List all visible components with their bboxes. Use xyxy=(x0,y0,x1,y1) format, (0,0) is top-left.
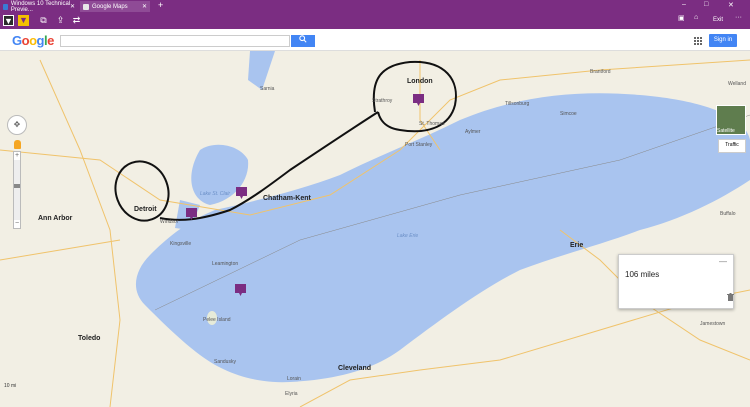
map-graphic xyxy=(0,51,750,407)
reading-icon[interactable]: ⇄ xyxy=(71,15,82,26)
label-sandusky: Sandusky xyxy=(214,359,236,365)
label-pelee: Pelee Island xyxy=(203,317,231,323)
label-port-stanley: Port Stanley xyxy=(405,142,433,148)
google-logo[interactable]: Google xyxy=(12,33,54,48)
tabs-icon[interactable]: ⧉ xyxy=(38,15,49,26)
close-tab-icon[interactable]: ✕ xyxy=(70,3,75,10)
label-lake-st-clair: Lake St. Clair xyxy=(200,191,231,197)
title-bar: Windows 10 Technical Previe... ✕ Google … xyxy=(0,0,750,13)
label-aylmer: Aylmer xyxy=(465,129,481,135)
search-icon xyxy=(299,35,307,43)
label-chatham-kent: Chatham-Kent xyxy=(263,195,311,202)
label-ann-arbor: Ann Arbor xyxy=(38,215,73,222)
zoom-control: + − xyxy=(13,151,21,229)
search-button[interactable] xyxy=(291,35,315,47)
label-detroit: Detroit xyxy=(134,206,157,213)
label-tillsonburg: Tillsonburg xyxy=(505,101,530,107)
google-header: Google Sign in xyxy=(0,29,750,51)
traffic-label: Traffic xyxy=(725,142,739,148)
label-london: London xyxy=(407,78,433,85)
zoom-slider-thumb[interactable] xyxy=(14,184,20,188)
zoom-in-button[interactable]: + xyxy=(14,152,20,160)
distance-value: 106 miles xyxy=(625,270,660,279)
label-brantford: Brantford xyxy=(590,69,611,75)
favorites-icon[interactable]: ▼ xyxy=(18,15,29,26)
label-toledo: Toledo xyxy=(78,335,101,342)
scale-bar: 10 mi xyxy=(4,383,17,389)
label-jamestown: Jamestown xyxy=(700,321,726,327)
tab-windows10[interactable]: Windows 10 Technical Previe... ✕ xyxy=(0,0,78,13)
zoom-slider[interactable] xyxy=(14,160,20,220)
label-welland: Welland xyxy=(728,81,746,87)
back-icon[interactable]: ▼ xyxy=(3,15,14,26)
tab-favicon xyxy=(83,3,89,10)
more-menu-button[interactable]: ··· xyxy=(735,14,742,21)
sign-in-button[interactable]: Sign in xyxy=(709,34,737,47)
label-windsor: Windsor xyxy=(160,219,179,225)
command-bar: ▼ ▼ ⧉ ⇪ ⇄ ▣ ⌂ Exit ··· xyxy=(0,12,750,29)
map-canvas[interactable]: London Strathroy St. Thomas Port Stanley… xyxy=(0,51,750,407)
share-icon[interactable]: ⇪ xyxy=(55,15,66,26)
lake-huron-shape xyxy=(248,51,275,90)
minimize-button[interactable]: – xyxy=(682,1,686,8)
label-simcoe: Simcoe xyxy=(560,111,577,117)
label-buffalo: Buffalo xyxy=(720,211,736,217)
home-icon[interactable]: ⌂ xyxy=(694,14,698,21)
label-st-thomas: St. Thomas xyxy=(419,121,445,127)
measure-distance-panel: — 106 miles xyxy=(618,254,734,309)
search-input[interactable] xyxy=(60,35,290,47)
zoom-out-button[interactable]: − xyxy=(14,220,20,228)
label-sarnia: Sarnia xyxy=(260,86,275,92)
label-strathroy: Strathroy xyxy=(372,98,393,104)
apps-grid-icon[interactable] xyxy=(694,37,702,45)
tab-favicon xyxy=(3,3,8,10)
pan-control[interactable]: ✥ xyxy=(7,115,27,135)
lake-erie-shape xyxy=(135,93,750,383)
tab-label: Google Maps xyxy=(92,3,128,10)
traffic-toggle-button[interactable]: Traffic xyxy=(718,139,746,153)
browser-window: Windows 10 Technical Previe... ✕ Google … xyxy=(0,0,750,407)
close-tab-icon[interactable]: ✕ xyxy=(142,3,147,10)
label-lorain: Lorain xyxy=(287,376,301,382)
new-tab-button[interactable]: + xyxy=(158,0,163,10)
collapse-panel-button[interactable]: — xyxy=(719,257,727,266)
save-icon[interactable]: ▣ xyxy=(678,14,685,22)
label-leamington: Leamington xyxy=(212,261,239,267)
label-kingsville: Kingsville xyxy=(170,241,192,247)
maximize-button[interactable]: □ xyxy=(704,1,708,8)
label-cleveland: Cleveland xyxy=(338,365,372,372)
street-view-pegman-icon[interactable] xyxy=(14,140,21,149)
close-window-button[interactable]: ✕ xyxy=(728,1,734,9)
label-erie: Erie xyxy=(570,242,584,249)
tab-google-maps[interactable]: Google Maps ✕ xyxy=(80,1,150,12)
label-lake-erie: Lake Erie xyxy=(397,233,419,239)
exit-button[interactable]: Exit xyxy=(713,17,723,23)
label-elyria: Elyria xyxy=(285,391,298,397)
satellite-label: Satellite xyxy=(717,128,735,134)
tab-label: Windows 10 Technical Previe... xyxy=(10,0,71,13)
